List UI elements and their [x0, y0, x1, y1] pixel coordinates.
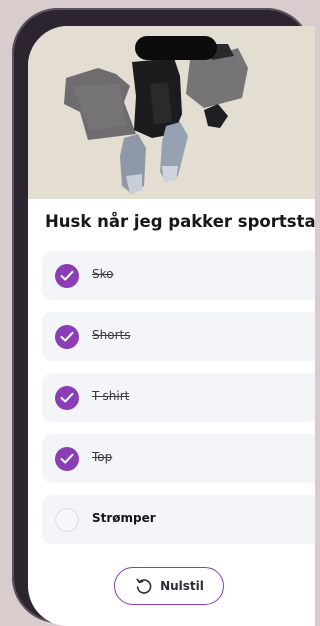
reset-button[interactable]: Nulstil [114, 567, 224, 605]
list-item[interactable]: Sko [42, 251, 315, 300]
item-label: Strømper [92, 511, 156, 525]
checkmark-icon [60, 270, 74, 281]
list-item[interactable]: Top [42, 434, 315, 483]
item-label: Shorts [92, 328, 131, 342]
checked-checkbox[interactable] [55, 325, 79, 349]
reset-button-label: Nulstil [160, 579, 204, 593]
checked-checkbox[interactable] [55, 386, 79, 410]
item-label: T-shirt [92, 389, 130, 403]
checklist: Sko Shorts T-shirt Top Strømper [42, 251, 315, 556]
phone-frame: Husk når jeg pakker sportstaske Sko Shor… [12, 8, 315, 626]
reset-icon [136, 578, 152, 594]
checkmark-icon [60, 453, 74, 464]
app-screen: Husk når jeg pakker sportstaske Sko Shor… [28, 26, 315, 626]
item-label: Top [92, 450, 113, 464]
list-item[interactable]: Shorts [42, 312, 315, 361]
checkmark-icon [60, 331, 74, 342]
dynamic-island [135, 36, 217, 60]
item-label: Sko [92, 267, 114, 281]
checked-checkbox[interactable] [55, 264, 79, 288]
list-item[interactable]: T-shirt [42, 373, 315, 422]
checked-checkbox[interactable] [55, 447, 79, 471]
page-title: Husk når jeg pakker sportstaske [45, 212, 315, 231]
checkmark-icon [60, 392, 74, 403]
list-item[interactable]: Strømper [42, 495, 315, 544]
unchecked-checkbox[interactable] [55, 508, 79, 532]
